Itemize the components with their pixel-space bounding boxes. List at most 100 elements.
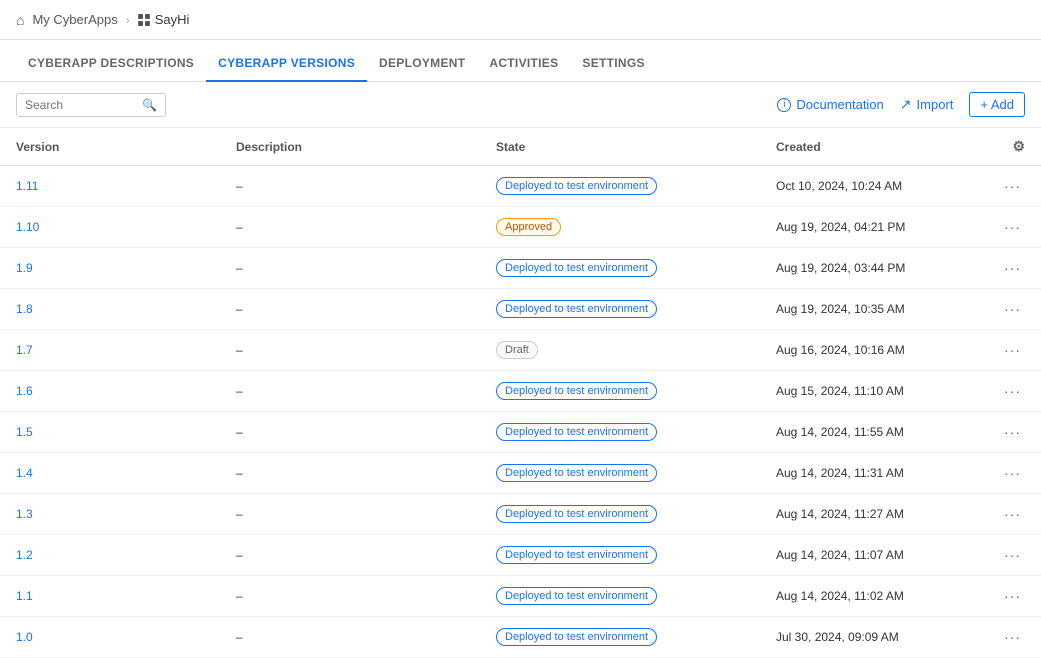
version-link[interactable]: 1.5 xyxy=(16,425,33,439)
search-icon[interactable]: 🔍 xyxy=(142,98,157,112)
breadcrumb-parent[interactable]: My CyberApps xyxy=(32,12,117,27)
import-button[interactable]: ↗ Import xyxy=(900,96,954,113)
tab-deployment[interactable]: DEPLOYMENT xyxy=(367,46,477,82)
cell-description: – xyxy=(220,371,480,412)
status-badge: Deployed to test environment xyxy=(496,546,657,564)
cell-created: Aug 14, 2024, 11:27 AM xyxy=(760,494,984,535)
documentation-button[interactable]: i Documentation xyxy=(777,97,883,112)
cell-state: Deployed to test environment xyxy=(480,166,760,207)
version-link[interactable]: 1.0 xyxy=(16,630,33,644)
table-row: 1.2 – Deployed to test environment Aug 1… xyxy=(0,535,1041,576)
cell-version: 1.2 xyxy=(0,535,220,576)
status-badge: Deployed to test environment xyxy=(496,177,657,195)
search-input[interactable] xyxy=(25,98,142,112)
top-navigation: ⌂ My CyberApps › SayHi xyxy=(0,0,1041,40)
breadcrumb-separator: › xyxy=(126,13,130,27)
cell-actions: ··· xyxy=(984,166,1041,207)
version-link[interactable]: 1.8 xyxy=(16,302,33,316)
cell-description: – xyxy=(220,535,480,576)
status-badge: Deployed to test environment xyxy=(496,628,657,646)
tab-settings[interactable]: SETTINGS xyxy=(570,46,656,82)
status-badge: Deployed to test environment xyxy=(496,587,657,605)
col-header-description: Description xyxy=(220,128,480,166)
version-link[interactable]: 1.4 xyxy=(16,466,33,480)
more-options-button[interactable]: ··· xyxy=(1000,586,1025,606)
tab-cyberapp-versions[interactable]: CYBERAPP VERSIONS xyxy=(206,46,367,82)
more-options-button[interactable]: ··· xyxy=(1000,217,1025,237)
cell-actions: ··· xyxy=(984,412,1041,453)
cell-version: 1.4 xyxy=(0,453,220,494)
cell-actions: ··· xyxy=(984,453,1041,494)
cell-actions: ··· xyxy=(984,289,1041,330)
status-badge: Deployed to test environment xyxy=(496,505,657,523)
info-icon: i xyxy=(777,98,791,112)
version-link[interactable]: 1.6 xyxy=(16,384,33,398)
table-row: 1.9 – Deployed to test environment Aug 1… xyxy=(0,248,1041,289)
tab-activities[interactable]: ACTIVITIES xyxy=(477,46,570,82)
cell-state: Deployed to test environment xyxy=(480,412,760,453)
version-link[interactable]: 1.1 xyxy=(16,589,33,603)
cell-actions: ··· xyxy=(984,248,1041,289)
cell-description: – xyxy=(220,453,480,494)
cell-actions: ··· xyxy=(984,330,1041,371)
cell-state: Deployed to test environment xyxy=(480,494,760,535)
more-options-button[interactable]: ··· xyxy=(1000,381,1025,401)
toolbar: 🔍 i Documentation ↗ Import + Add xyxy=(0,82,1041,128)
cell-state: Deployed to test environment xyxy=(480,248,760,289)
table-header-row: Version Description State Created ⚙ xyxy=(0,128,1041,166)
tab-cyberapp-descriptions[interactable]: CYBERAPP DESCRIPTIONS xyxy=(16,46,206,82)
cell-state: Draft xyxy=(480,330,760,371)
cell-version: 1.5 xyxy=(0,412,220,453)
import-icon: ↗ xyxy=(900,96,912,113)
table-row: 1.8 – Deployed to test environment Aug 1… xyxy=(0,289,1041,330)
cell-created: Aug 19, 2024, 03:44 PM xyxy=(760,248,984,289)
cell-created: Aug 14, 2024, 11:55 AM xyxy=(760,412,984,453)
add-button[interactable]: + Add xyxy=(969,92,1025,117)
cell-description: – xyxy=(220,289,480,330)
version-link[interactable]: 1.3 xyxy=(16,507,33,521)
cell-actions: ··· xyxy=(984,576,1041,617)
cell-description: – xyxy=(220,248,480,289)
col-header-created: Created xyxy=(760,128,984,166)
more-options-button[interactable]: ··· xyxy=(1000,627,1025,647)
table-row: 1.6 – Deployed to test environment Aug 1… xyxy=(0,371,1041,412)
cell-state: Deployed to test environment xyxy=(480,576,760,617)
home-icon: ⌂ xyxy=(16,12,24,28)
version-link[interactable]: 1.11 xyxy=(16,179,38,193)
version-link[interactable]: 1.10 xyxy=(16,220,39,234)
cell-actions: ··· xyxy=(984,617,1041,658)
table-row: 1.4 – Deployed to test environment Aug 1… xyxy=(0,453,1041,494)
cell-created: Oct 10, 2024, 10:24 AM xyxy=(760,166,984,207)
cell-version: 1.8 xyxy=(0,289,220,330)
cell-version: 1.11 xyxy=(0,166,220,207)
table-row: 1.1 – Deployed to test environment Aug 1… xyxy=(0,576,1041,617)
status-badge: Deployed to test environment xyxy=(496,259,657,277)
more-options-button[interactable]: ··· xyxy=(1000,299,1025,319)
more-options-button[interactable]: ··· xyxy=(1000,258,1025,278)
cell-state: Approved xyxy=(480,207,760,248)
status-badge: Draft xyxy=(496,341,538,359)
status-badge: Deployed to test environment xyxy=(496,423,657,441)
more-options-button[interactable]: ··· xyxy=(1000,463,1025,483)
gear-icon[interactable]: ⚙ xyxy=(1012,138,1025,154)
more-options-button[interactable]: ··· xyxy=(1000,422,1025,442)
cell-created: Aug 15, 2024, 11:10 AM xyxy=(760,371,984,412)
more-options-button[interactable]: ··· xyxy=(1000,176,1025,196)
cell-created: Aug 19, 2024, 10:35 AM xyxy=(760,289,984,330)
cell-state: Deployed to test environment xyxy=(480,371,760,412)
table-row: 1.10 – Approved Aug 19, 2024, 04:21 PM ·… xyxy=(0,207,1041,248)
version-link[interactable]: 1.2 xyxy=(16,548,33,562)
more-options-button[interactable]: ··· xyxy=(1000,340,1025,360)
version-link[interactable]: 1.9 xyxy=(16,261,33,275)
cell-actions: ··· xyxy=(984,494,1041,535)
table-row: 1.0 – Deployed to test environment Jul 3… xyxy=(0,617,1041,658)
cell-description: – xyxy=(220,494,480,535)
more-options-button[interactable]: ··· xyxy=(1000,545,1025,565)
search-box: 🔍 xyxy=(16,93,166,117)
cell-version: 1.6 xyxy=(0,371,220,412)
more-options-button[interactable]: ··· xyxy=(1000,504,1025,524)
status-badge: Deployed to test environment xyxy=(496,300,657,318)
versions-table: Version Description State Created ⚙ 1.11… xyxy=(0,128,1041,658)
version-link[interactable]: 1.7 xyxy=(16,343,33,357)
cell-state: Deployed to test environment xyxy=(480,453,760,494)
